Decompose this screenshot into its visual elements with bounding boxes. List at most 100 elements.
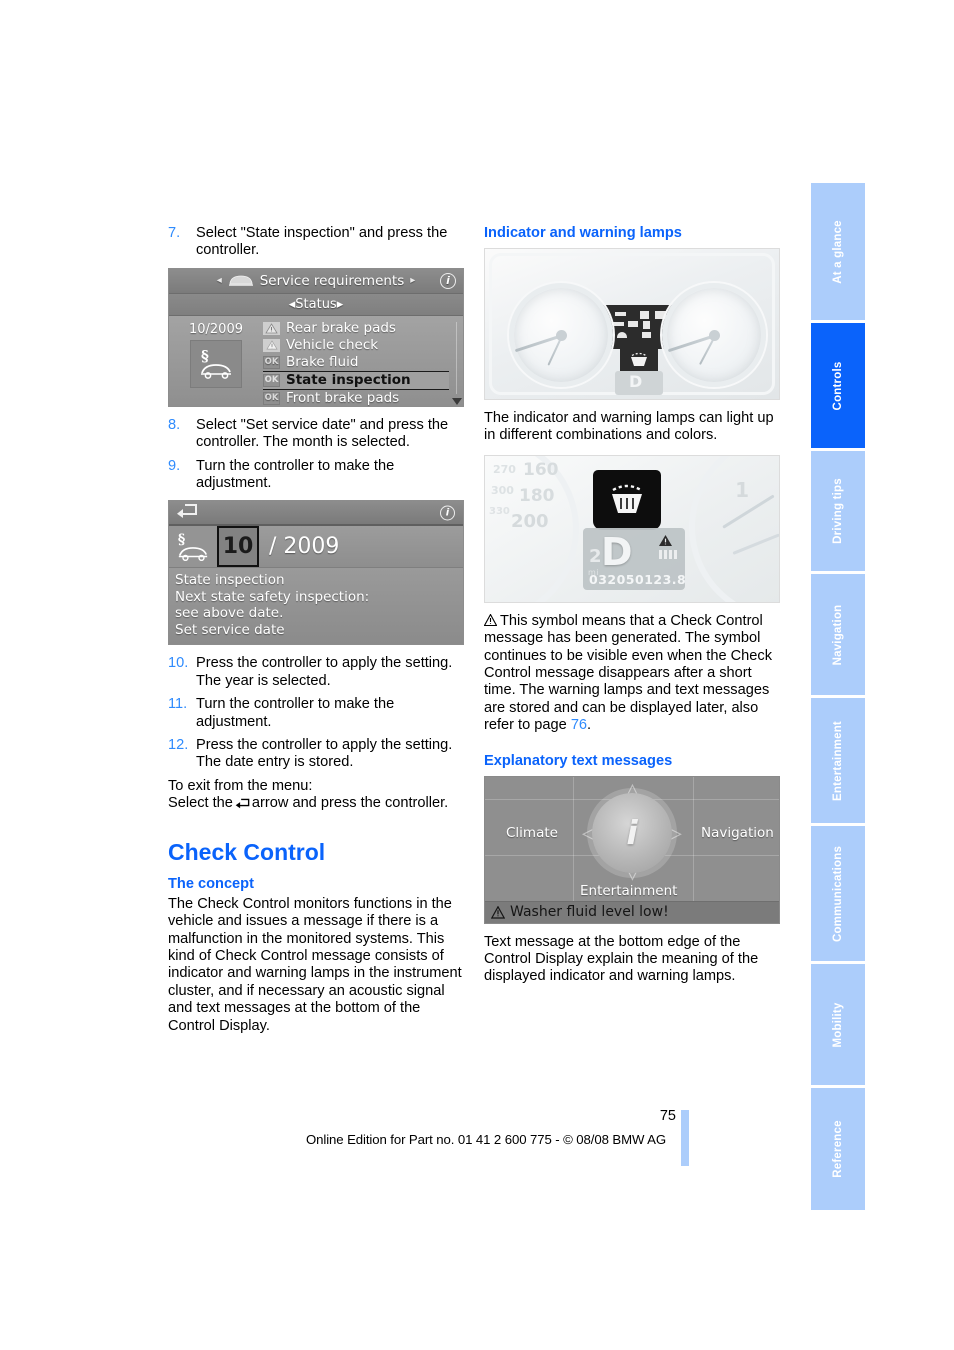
- idrive-content: 10/2009 § Rear brake pads Vehicle check …: [169, 315, 463, 406]
- step-text: Press the controller to apply the settin…: [196, 655, 453, 689]
- description-line: Next state safety inspection:: [175, 588, 370, 605]
- list-item[interactable]: Rear brake pads: [263, 320, 449, 337]
- left-text-column: 7. Select "State inspection" and press t…: [168, 225, 464, 1039]
- step-number: 12.: [168, 737, 189, 754]
- step-text: Turn the controller to make the adjustme…: [196, 457, 395, 492]
- figure-set-service-date: i § 10 / 2009 State inspection Next stat…: [168, 500, 464, 646]
- step-text: Turn the controller to make the adjustme…: [196, 696, 395, 730]
- speed-tick-270: 270: [493, 462, 516, 476]
- speed-tick-300: 300: [491, 483, 514, 497]
- list-item[interactable]: Vehicle check: [263, 337, 449, 354]
- figure-control-display: Climate Navigation Entertainment △ ◁ ▷ ▽…: [484, 775, 780, 924]
- service-date-panel: 10/2009 §: [169, 320, 263, 406]
- idrive-subtitle: Status: [295, 296, 337, 312]
- tach-tick-1: 1: [735, 477, 749, 502]
- tab-label: Navigation: [832, 604, 844, 665]
- list-item-label: State inspection: [286, 372, 411, 389]
- step-text: Select "Set service date" and press the …: [196, 416, 449, 451]
- step-number: 8.: [168, 416, 181, 433]
- caption-indicator-lamps: The indicator and warning lamps can ligh…: [484, 410, 774, 444]
- instruction-step-8: 8. Select "Set service date" and press t…: [168, 417, 464, 452]
- tab-entertainment[interactable]: Entertainment: [811, 698, 865, 823]
- manual-page: At a glance Controls Driving tips Naviga…: [0, 0, 954, 1350]
- telltale-icon: [628, 321, 638, 327]
- menu-item-entertainment[interactable]: Entertainment: [580, 883, 677, 899]
- list-item-selected[interactable]: OK State inspection: [263, 370, 449, 390]
- figure-credit: [786, 338, 796, 400]
- instruction-step-12: 12. Press the controller to apply the se…: [168, 737, 464, 772]
- month-field-selected[interactable]: 10: [217, 526, 259, 568]
- status-message-bar: Washer fluid level low!: [485, 900, 779, 923]
- instruction-step-9: 9. Turn the controller to make the adjus…: [168, 458, 464, 493]
- tab-communications[interactable]: Communications: [811, 826, 865, 961]
- scroll-down-arrow-icon[interactable]: [452, 397, 462, 405]
- service-date-value: 10/2009: [188, 321, 243, 337]
- service-car-icon: §: [190, 339, 242, 388]
- info-icon[interactable]: i: [440, 505, 455, 521]
- tab-label: Entertainment: [832, 720, 844, 801]
- gear-and-odometer-display: 2 D mi 032050 123.8: [583, 527, 686, 590]
- scrollbar-track[interactable]: [456, 321, 457, 394]
- chevron-right-icon: ▸: [410, 275, 416, 287]
- right-text-column: Indicator and warning lamps D The indica…: [483, 225, 780, 990]
- warning-triangle-icon: [263, 321, 280, 335]
- back-arrow-icon[interactable]: [176, 503, 198, 523]
- page-reference-link[interactable]: 76: [571, 717, 587, 733]
- footer-edition-note: Online Edition for Part no. 01 41 2 600 …: [306, 1132, 666, 1147]
- chevron-left-icon: ◂: [216, 275, 222, 287]
- telltale-icon: [640, 311, 649, 319]
- warning-triangle-icon: [263, 338, 280, 352]
- step-number: 7.: [168, 225, 181, 241]
- tab-navigation[interactable]: Navigation: [811, 574, 865, 695]
- tab-label: Controls: [832, 361, 844, 410]
- speed-tick-160: 160: [523, 459, 559, 480]
- page-footer: 75 Online Edition for Part no. 01 41 2 6…: [0, 1108, 954, 1168]
- telltale-icon: [617, 332, 627, 338]
- speed-tick-200: 200: [511, 510, 549, 532]
- washer-fluid-lamp: [620, 346, 658, 373]
- list-item-label: Front brake pads: [286, 390, 400, 407]
- idrive-title: Service requirements: [259, 272, 405, 289]
- figure-credit: [470, 583, 480, 645]
- svg-text:§: §: [178, 532, 185, 548]
- back-arrow-icon: [235, 798, 250, 809]
- year-field[interactable]: / 2009: [259, 526, 463, 567]
- concept-paragraph: The Check Control monitors functions in …: [168, 895, 462, 1034]
- check-control-warning-paragraph: This symbol means that a Check Control m…: [483, 612, 780, 735]
- list-item[interactable]: OK Brake fluid: [263, 354, 449, 371]
- tab-at-a-glance[interactable]: At a glance: [811, 183, 865, 320]
- tab-driving-tips[interactable]: Driving tips: [811, 451, 865, 571]
- list-item-label: Rear brake pads: [286, 320, 396, 337]
- gear-display: D: [615, 371, 663, 395]
- menu-item-climate[interactable]: Climate: [506, 825, 558, 841]
- subsection-title-explanatory-text: Explanatory text messages: [484, 752, 673, 769]
- gear-number: 2: [589, 545, 602, 567]
- fuel-level-bars: [659, 549, 677, 559]
- warning-paragraph-text: This symbol means that a Check Control m…: [484, 612, 772, 734]
- tab-controls[interactable]: Controls: [811, 323, 865, 448]
- step-number: 10.: [168, 655, 189, 672]
- figure-credit: [470, 345, 480, 407]
- date-entry-description: State inspection Next state safety inspe…: [169, 568, 463, 645]
- figure-instrument-cluster: D: [484, 248, 780, 400]
- step-text: Press the controller to apply the settin…: [196, 737, 453, 771]
- list-item[interactable]: OK Front brake pads: [263, 390, 449, 407]
- washer-fluid-lamp: [593, 469, 661, 530]
- tab-label: At a glance: [832, 219, 844, 284]
- info-icon[interactable]: i: [440, 272, 456, 289]
- date-field-row: § 10 / 2009: [169, 526, 463, 569]
- subsection-title-the-concept: The concept: [168, 875, 254, 892]
- info-hub-icon[interactable]: i: [592, 792, 672, 873]
- service-items-list: Rear brake pads Vehicle check OK Brake f…: [263, 320, 463, 406]
- telltale-icon: [615, 312, 626, 316]
- menu-item-navigation[interactable]: Navigation: [701, 825, 774, 841]
- instruction-step-10: 10. Press the controller to apply the se…: [168, 655, 464, 690]
- list-item-label: Brake fluid: [286, 354, 359, 371]
- control-display-screenshot: Climate Navigation Entertainment △ ◁ ▷ ▽…: [484, 775, 780, 924]
- figure-credit: [786, 541, 796, 603]
- step-number: 11.: [168, 696, 188, 713]
- tab-mobility[interactable]: Mobility: [811, 964, 865, 1085]
- idrive-status-bar: ◂ Status ▸: [169, 293, 463, 316]
- telltale-icon: [643, 321, 650, 329]
- instrument-cluster-photo: D: [484, 248, 780, 400]
